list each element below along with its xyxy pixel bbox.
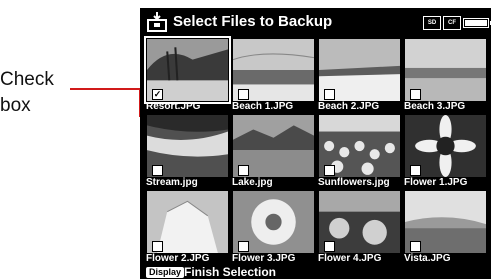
title-bar: Select Files to Backup SD CF: [140, 8, 491, 35]
file-checkbox[interactable]: [410, 89, 421, 100]
thumbnail-grid: ✓ Resort.JPG Beach 1.JPG Beach 2.JPG Beach 3…: [144, 36, 489, 265]
file-checkbox[interactable]: [152, 165, 163, 176]
battery-icon: [463, 18, 491, 28]
file-name-label: Beach 3.JPG: [404, 101, 466, 112]
thumbnail-cell[interactable]: Beach 3.JPG: [403, 37, 489, 113]
display-button-key[interactable]: Display: [146, 267, 185, 278]
file-name-label: Beach 1.JPG: [232, 101, 294, 112]
file-name-label: Beach 2.JPG: [318, 101, 380, 112]
thumbnail-cell[interactable]: ✓ Resort.JPG: [144, 36, 231, 113]
file-name-label: Flower 4.JPG: [318, 253, 382, 264]
thumbnail-cell[interactable]: Flower 4.JPG: [317, 189, 403, 265]
file-name-label: Flower 2.JPG: [146, 253, 210, 264]
backup-screen: Select Files to Backup SD CF ✓ Resort.JPG…: [140, 8, 491, 279]
file-checkbox[interactable]: [238, 241, 249, 252]
cf-card-icon: CF: [443, 16, 461, 30]
thumbnail-cell[interactable]: Beach 1.JPG: [231, 37, 317, 113]
thumbnail-cell[interactable]: Flower 2.JPG: [145, 189, 231, 265]
thumbnail-cell[interactable]: Sunflowers.jpg: [317, 113, 403, 189]
file-name-label: Stream.jpg: [146, 177, 198, 188]
status-indicators: SD CF: [423, 16, 491, 30]
file-name-label: Lake.jpg: [232, 177, 273, 188]
file-name-label: Resort.JPG: [146, 101, 201, 112]
file-checkbox[interactable]: ✓: [152, 89, 163, 100]
thumbnail-cell[interactable]: Lake.jpg: [231, 113, 317, 189]
thumbnail-cell[interactable]: Beach 2.JPG: [317, 37, 403, 113]
thumbnail-cell[interactable]: Vista.JPG: [403, 189, 489, 265]
callout-label-line1: Check: [0, 69, 54, 90]
file-checkbox[interactable]: [324, 165, 335, 176]
finish-selection-label: Finish Selection: [184, 265, 277, 279]
file-name-label: Flower 1.JPG: [404, 177, 468, 188]
file-name-label: Vista.JPG: [404, 253, 451, 264]
file-name-label: Sunflowers.jpg: [318, 177, 390, 188]
backup-icon: [146, 11, 168, 32]
file-checkbox[interactable]: [324, 241, 335, 252]
file-checkbox[interactable]: [238, 89, 249, 100]
page-title: Select Files to Backup: [173, 13, 333, 30]
sd-card-icon: SD: [423, 16, 441, 30]
footer-bar: Display Finish Selection: [140, 266, 491, 279]
file-checkbox[interactable]: [152, 241, 163, 252]
file-checkbox[interactable]: [410, 165, 421, 176]
file-checkbox[interactable]: [324, 89, 335, 100]
file-checkbox[interactable]: [410, 241, 421, 252]
thumbnail-cell[interactable]: Flower 1.JPG: [403, 113, 489, 189]
thumbnail-cell[interactable]: Flower 3.JPG: [231, 189, 317, 265]
callout-pointer-line: [70, 88, 140, 90]
callout-label-line2: box: [0, 95, 31, 116]
file-checkbox[interactable]: [238, 165, 249, 176]
thumbnail-cell[interactable]: Stream.jpg: [145, 113, 231, 189]
file-name-label: Flower 3.JPG: [232, 253, 296, 264]
